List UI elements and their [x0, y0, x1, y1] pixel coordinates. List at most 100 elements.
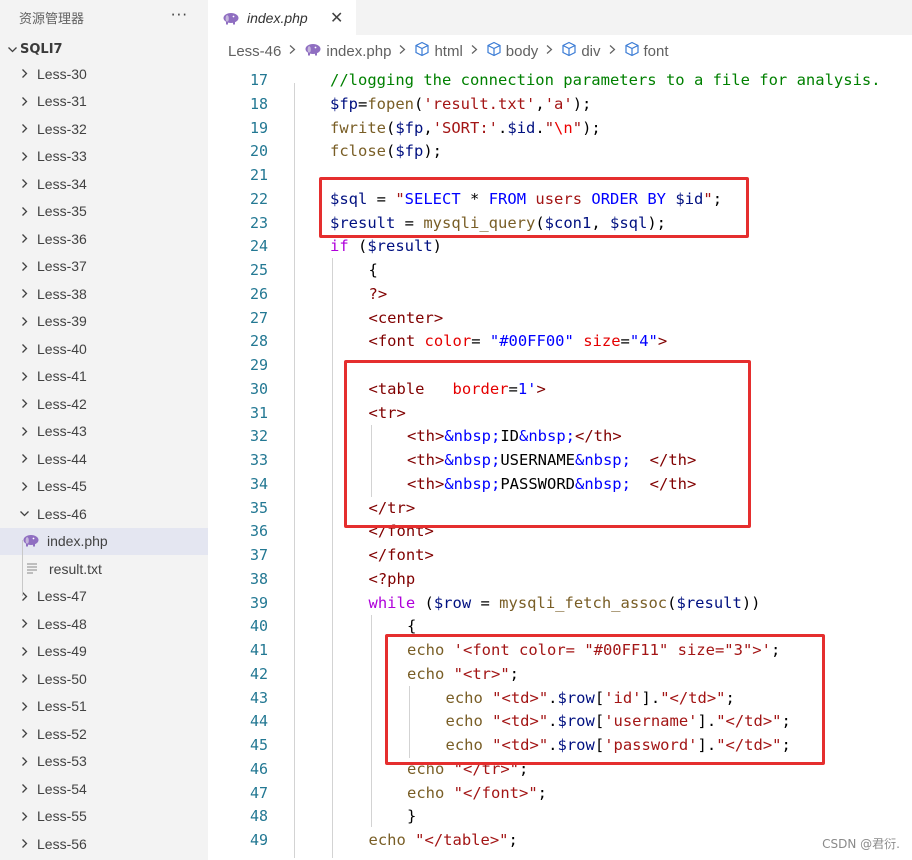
tree-folder-less-44[interactable]: Less-44 — [0, 445, 208, 473]
chevron-right-icon — [16, 783, 32, 794]
tree-folder-less-42[interactable]: Less-42 — [0, 390, 208, 418]
tree-folder-less-43[interactable]: Less-43 — [0, 418, 208, 446]
tree-file-result-txt[interactable]: result.txt — [0, 555, 208, 583]
line-number: 40 — [249, 617, 268, 636]
code-token: = — [620, 332, 630, 351]
breadcrumb-item-index-php[interactable]: index.php — [304, 42, 391, 60]
breadcrumb-item-font[interactable]: font — [624, 41, 669, 61]
code-token: " — [572, 118, 583, 137]
code-token: $result — [676, 593, 742, 612]
code-token: ( — [348, 237, 368, 256]
line-number: 20 — [249, 142, 268, 161]
line-number: 34 — [249, 474, 268, 493]
code-line: while ($row = mysqli_fetch_assoc($result… — [330, 592, 912, 616]
code-token: ; — [508, 831, 518, 849]
tree-folder-less-40[interactable]: Less-40 — [0, 335, 208, 363]
tree-folder-less-35[interactable]: Less-35 — [0, 198, 208, 226]
symbol-element-icon — [414, 41, 430, 61]
line-number: 26 — [249, 284, 268, 303]
highlight-box-table-header — [344, 360, 751, 528]
breadcrumb-label: body — [505, 42, 539, 60]
line-number: 19 — [249, 118, 268, 137]
tree-item-label: result.txt — [49, 560, 102, 577]
code-token: $fp — [395, 118, 424, 137]
line-number: 33 — [249, 451, 268, 469]
tree-folder-less-31[interactable]: Less-31 — [0, 88, 208, 116]
tree-folder-less-50[interactable]: Less-50 — [0, 665, 208, 693]
tree-folder-less-33[interactable]: Less-33 — [0, 143, 208, 171]
code-token: )) — [741, 593, 761, 612]
breadcrumb-item-div[interactable]: div — [561, 41, 601, 61]
tree-folder-less-45[interactable]: Less-45 — [0, 473, 208, 501]
line-number: 30 — [249, 379, 268, 398]
editor-area: index.php ✕ Less-46 index.php html body div f… — [208, 0, 912, 860]
tree-file-index-php[interactable]: index.php — [0, 527, 208, 555]
tree-folder-less-34[interactable]: Less-34 — [0, 170, 208, 198]
chevron-right-icon — [16, 178, 32, 189]
tree-folder-less-49[interactable]: Less-49 — [0, 638, 208, 666]
line-number: 21 — [249, 166, 268, 184]
tree-folder-less-56[interactable]: Less-56 — [0, 830, 208, 858]
tree-folder-less-55[interactable]: Less-55 — [0, 803, 208, 831]
code-line: </font> — [330, 544, 912, 568]
code-token: fwrite — [330, 118, 386, 137]
tree-folder-less-36[interactable]: Less-36 — [0, 225, 208, 253]
code-token: //logging the connection parameters to a… — [330, 71, 881, 89]
tree-folder-less-41[interactable]: Less-41 — [0, 363, 208, 391]
highlight-box-echo-rows — [385, 634, 825, 765]
code-token: while — [368, 593, 416, 612]
close-icon[interactable]: ✕ — [330, 8, 343, 28]
tree-folder-less-54[interactable]: Less-54 — [0, 775, 208, 803]
line-number: 18 — [249, 94, 268, 113]
highlight-box-sql-query — [319, 177, 749, 238]
breadcrumb-item-html[interactable]: html — [414, 41, 463, 61]
code-token: ); — [572, 94, 592, 113]
tree-item-label: Less-33 — [37, 148, 87, 165]
tree-folder-less-48[interactable]: Less-48 — [0, 610, 208, 638]
line-number: 44 — [249, 712, 268, 731]
tree-folder-less-39[interactable]: Less-39 — [0, 308, 208, 336]
tree-folder-less-47[interactable]: Less-47 — [0, 583, 208, 611]
tree-folder-less-51[interactable]: Less-51 — [0, 693, 208, 721]
chevron-right-icon — [16, 728, 32, 739]
tree-folder-less-46[interactable]: Less-46 — [0, 500, 208, 528]
chevron-right-icon — [16, 426, 32, 437]
tree-item-label: Less-54 — [37, 780, 87, 797]
breadcrumb-label: Less-46 — [228, 42, 282, 60]
chevron-right-icon — [16, 206, 32, 217]
code-line: echo "</font>"; — [330, 782, 912, 806]
code-token: 'a' — [544, 94, 573, 113]
code-token: ); — [582, 118, 601, 137]
tree-item-label: Less-34 — [37, 175, 87, 192]
chevron-right-icon — [16, 481, 32, 492]
code-token: "</font>" — [453, 783, 538, 802]
chevron-right-icon — [16, 701, 32, 712]
tree-folder-less-30[interactable]: Less-30 — [0, 60, 208, 88]
tree-item-label: Less-30 — [37, 65, 87, 82]
chevron-right-icon — [16, 233, 32, 244]
symbol-element-icon — [486, 41, 502, 61]
chevron-right-icon — [470, 44, 479, 58]
tree-folder-less-37[interactable]: Less-37 — [0, 253, 208, 281]
code-token: = — [471, 593, 500, 612]
line-number: 45 — [249, 736, 268, 754]
tree-folder-less-38[interactable]: Less-38 — [0, 280, 208, 308]
code-token: { — [407, 617, 417, 636]
breadcrumb-item-body[interactable]: body — [486, 41, 539, 61]
workspace-root-label: SQLI7 — [20, 41, 63, 57]
code-line: //logging the connection parameters to a… — [330, 69, 912, 93]
tree-folder-less-32[interactable]: Less-32 — [0, 115, 208, 143]
tab-index-php[interactable]: index.php ✕ — [208, 0, 356, 35]
more-actions-icon[interactable]: ··· — [171, 6, 188, 24]
breadcrumb-item-less-46[interactable]: Less-46 — [228, 43, 281, 60]
line-number: 49 — [249, 831, 268, 849]
line-number: 24 — [249, 237, 268, 256]
tree-folder-less-52[interactable]: Less-52 — [0, 720, 208, 748]
watermark: CSDN @君衍. — [822, 837, 900, 851]
line-number: 41 — [249, 641, 268, 659]
tree-folder-less-53[interactable]: Less-53 — [0, 748, 208, 776]
code-token: = — [471, 332, 490, 351]
code-token: <?php — [368, 569, 416, 588]
code-line: <center> — [330, 307, 912, 331]
explorer-sidebar: 资源管理器 ··· SQLI7 Less-30 Less-31 Less-32 Les… — [0, 0, 208, 860]
